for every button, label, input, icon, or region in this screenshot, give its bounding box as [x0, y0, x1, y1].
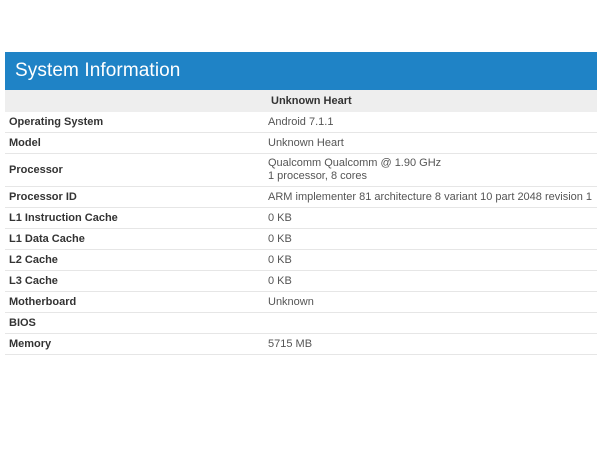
info-value: 0 KB	[268, 274, 292, 287]
info-value: Unknown	[268, 295, 314, 308]
info-value: Qualcomm Qualcomm @ 1.90 GHz	[268, 157, 442, 169]
info-value: 0 KB	[268, 253, 292, 266]
info-row-l1-data-cache: L1 Data Cache 0 KB	[5, 229, 597, 250]
info-row-processor-id: Processor ID ARM implementer 81 architec…	[5, 187, 597, 208]
info-key: Processor	[9, 164, 63, 176]
info-key: Operating System	[9, 116, 104, 128]
info-row-model: Model Unknown Heart	[5, 133, 597, 154]
info-row-motherboard: Motherboard Unknown	[5, 292, 597, 313]
info-key: Processor ID	[9, 191, 77, 203]
info-row-memory: Memory 5715 MB	[5, 334, 597, 355]
info-row-l1-instruction-cache: L1 Instruction Cache 0 KB	[5, 208, 597, 229]
device-header-row: Unknown Heart	[5, 90, 597, 112]
info-value: ARM implementer 81 architecture 8 varian…	[268, 190, 593, 203]
info-value: Android 7.1.1	[268, 115, 334, 128]
info-key: BIOS	[9, 317, 36, 329]
info-key: Memory	[9, 338, 52, 350]
info-row-l3-cache: L3 Cache 0 KB	[5, 271, 597, 292]
info-row-l2-cache: L2 Cache 0 KB	[5, 250, 597, 271]
panel-title: System Information	[15, 60, 181, 81]
info-row-operating-system: Operating System Android 7.1.1	[5, 112, 597, 133]
info-key: L2 Cache	[9, 254, 58, 266]
panel-header: System Information	[5, 52, 597, 90]
info-value: 0 KB	[268, 232, 292, 245]
info-value-secondary: 1 processor, 8 cores	[268, 170, 368, 182]
system-information-panel: System Information Unknown Heart Operati…	[5, 52, 597, 355]
info-key: Motherboard	[9, 296, 77, 308]
info-key: L3 Cache	[9, 275, 58, 287]
info-key: Model	[9, 137, 41, 149]
info-row-bios: BIOS	[5, 313, 597, 334]
info-key: L1 Data Cache	[9, 233, 85, 245]
info-value-multiline: Qualcomm Qualcomm @ 1.90 GHz 1 processor…	[268, 157, 441, 183]
device-name: Unknown Heart	[271, 95, 352, 107]
info-key: L1 Instruction Cache	[9, 212, 118, 224]
info-row-processor: Processor Qualcomm Qualcomm @ 1.90 GHz 1…	[5, 154, 597, 187]
info-value: 5715 MB	[268, 337, 313, 350]
info-value: Unknown Heart	[268, 136, 344, 149]
info-value: 0 KB	[268, 211, 292, 224]
